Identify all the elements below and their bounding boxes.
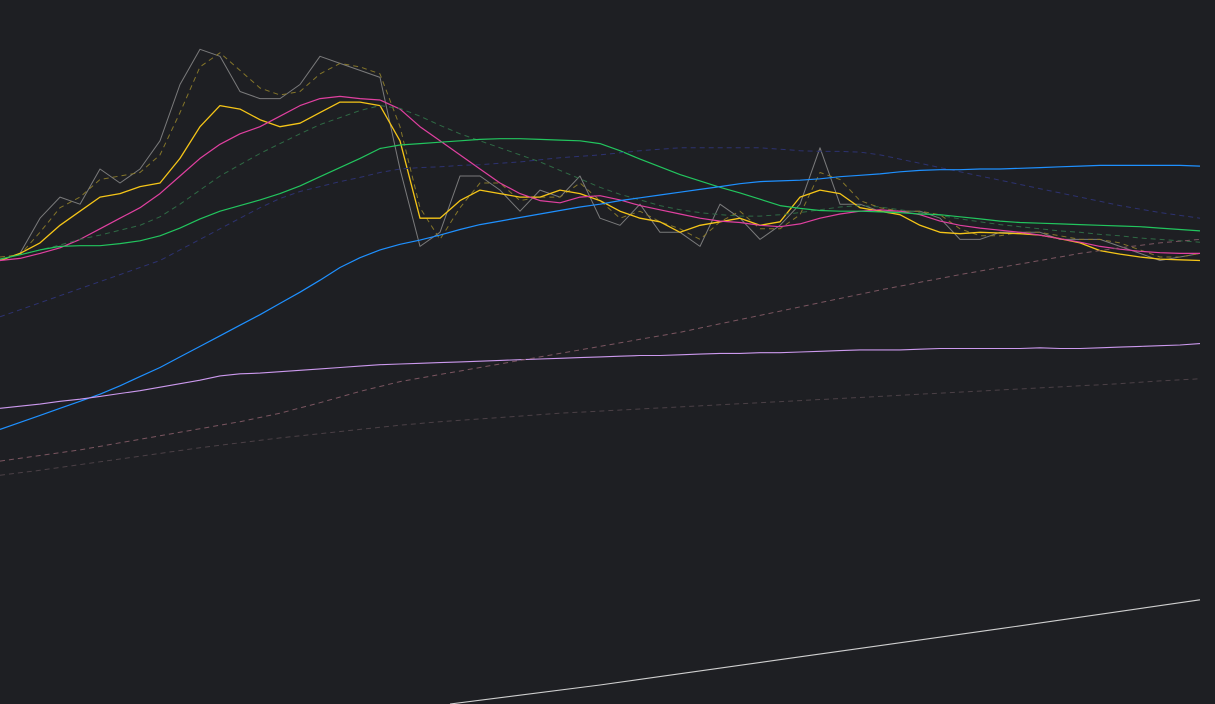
chart-background xyxy=(0,0,1215,704)
chart-area xyxy=(0,0,1215,704)
line-chart xyxy=(0,0,1215,704)
